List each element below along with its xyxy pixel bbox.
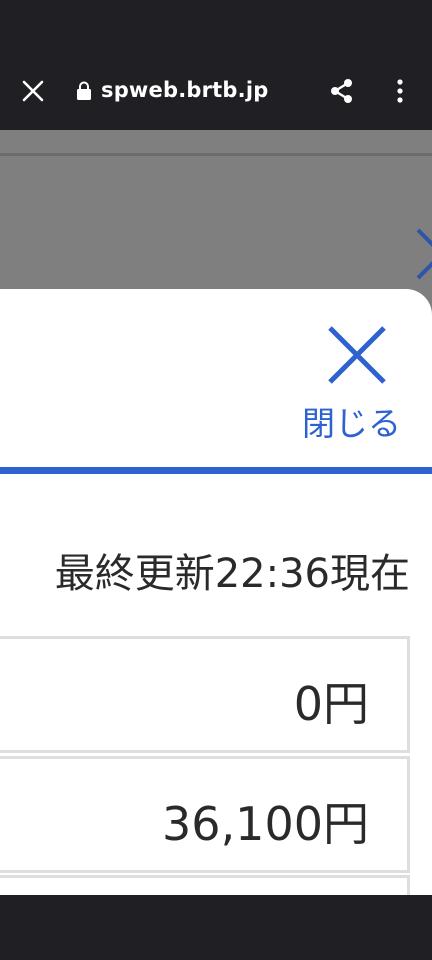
row-value: 0円 [293, 677, 369, 731]
table-row: 36,100円 [0, 756, 410, 873]
close-button[interactable]: 閉じる [296, 325, 420, 445]
last-updated-text: 最終更新22:36現在 [54, 551, 410, 597]
close-icon[interactable] [20, 78, 46, 104]
chevron-icon [416, 228, 432, 280]
table-row: 0円 [0, 636, 410, 753]
table-row [0, 875, 410, 895]
close-label: 閉じる [302, 404, 401, 443]
browser-toolbar: spweb.brtb.jp [0, 56, 432, 130]
close-x-icon [328, 326, 386, 384]
status-bar [0, 0, 432, 56]
url-text[interactable]: spweb.brtb.jp [101, 78, 268, 102]
share-icon[interactable] [328, 77, 356, 105]
more-vert-icon[interactable] [390, 76, 410, 106]
navigation-bar [0, 895, 432, 960]
accent-divider [0, 467, 432, 474]
bottom-sheet-panel: 閉じる 最終更新22:36現在 0円 36,100円 [0, 289, 432, 895]
divider [0, 153, 432, 156]
lock-icon [77, 81, 91, 100]
row-value: 36,100円 [162, 797, 369, 851]
